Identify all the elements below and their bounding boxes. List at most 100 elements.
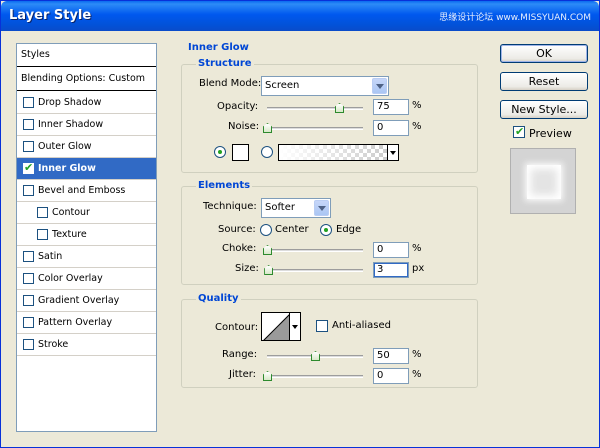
styles-item-checkbox[interactable]	[23, 119, 34, 130]
elements-title: Elements	[196, 180, 253, 191]
choke-slider-track[interactable]	[267, 249, 363, 252]
styles-item-checkbox[interactable]	[23, 185, 34, 196]
styles-item-stroke[interactable]: Stroke	[17, 334, 156, 356]
jitter-label: Jitter:	[229, 369, 257, 380]
glow-gradient-picker[interactable]	[278, 144, 388, 161]
choke-label: Choke:	[222, 243, 257, 254]
glow-color-swatch[interactable]	[232, 144, 249, 161]
layer-style-dialog: Layer Style 思缘设计论坛 www.MISSYUAN.COM Styl…	[0, 0, 600, 448]
jitter-unit: %	[412, 369, 422, 380]
opacity-label: Opacity:	[217, 101, 259, 112]
styles-item-satin[interactable]: Satin	[17, 246, 156, 268]
blending-options-label: Blending Options: Custom	[21, 73, 146, 84]
size-input[interactable]: 3	[373, 262, 409, 278]
blend-mode-label: Blend Mode:	[199, 78, 262, 89]
anti-aliased-label[interactable]: Anti-aliased	[332, 320, 391, 331]
structure-title: Structure	[196, 58, 254, 69]
styles-list-header[interactable]: Styles	[17, 44, 156, 67]
source-label: Source:	[218, 224, 256, 235]
jitter-slider-thumb[interactable]	[263, 371, 272, 381]
styles-item-drop-shadow[interactable]: Drop Shadow	[17, 92, 156, 114]
jitter-input[interactable]: 0	[373, 368, 409, 384]
inner-glow-title: Inner Glow	[186, 42, 251, 53]
styles-item-label: Gradient Overlay	[38, 295, 120, 306]
anti-aliased-checkbox[interactable]	[316, 320, 328, 332]
choke-unit: %	[412, 243, 422, 254]
blending-options-item[interactable]: Blending Options: Custom	[17, 68, 156, 91]
jitter-slider-track[interactable]	[267, 375, 363, 378]
quality-group: Quality Contour: Anti-aliased Range: 50 …	[181, 293, 478, 388]
chevron-down-icon[interactable]	[372, 78, 387, 94]
styles-item-label: Inner Shadow	[38, 119, 104, 130]
solid-color-radio[interactable]	[214, 146, 226, 158]
styles-item-checkbox[interactable]	[23, 251, 34, 262]
styles-item-checkbox[interactable]	[23, 273, 34, 284]
blend-mode-value: Screen	[265, 80, 300, 91]
preview-checkbox[interactable]: ✔	[513, 125, 525, 138]
source-center-radio[interactable]	[260, 224, 272, 236]
gradient-radio[interactable]	[261, 146, 273, 158]
choke-slider-thumb[interactable]	[263, 245, 272, 255]
styles-item-inner-shadow[interactable]: Inner Shadow	[17, 114, 156, 136]
technique-select[interactable]: Softer	[261, 198, 331, 218]
source-edge-label[interactable]: Edge	[336, 224, 361, 235]
styles-item-color-overlay[interactable]: Color Overlay	[17, 268, 156, 290]
opacity-slider-thumb[interactable]	[335, 103, 344, 113]
styles-item-contour[interactable]: Contour	[17, 202, 156, 224]
noise-unit: %	[412, 121, 422, 132]
new-style-button[interactable]: New Style...	[500, 100, 588, 119]
styles-item-checkbox[interactable]: ✔	[23, 161, 34, 174]
check-icon: ✔	[24, 161, 34, 174]
noise-input[interactable]: 0	[373, 120, 409, 136]
styles-item-bevel-and-emboss[interactable]: Bevel and Emboss	[17, 180, 156, 202]
title-bar[interactable]: Layer Style 思缘设计论坛 www.MISSYUAN.COM	[1, 1, 599, 31]
source-edge-radio[interactable]	[320, 224, 332, 236]
styles-item-label: Outer Glow	[38, 141, 92, 152]
chevron-down-icon[interactable]	[314, 200, 329, 216]
reset-button[interactable]: Reset	[500, 72, 588, 91]
contour-chevron-down-icon[interactable]	[290, 312, 301, 341]
range-input[interactable]: 50	[373, 348, 409, 364]
styles-item-checkbox[interactable]	[23, 141, 34, 152]
styles-item-checkbox[interactable]	[23, 317, 34, 328]
technique-value: Softer	[265, 202, 295, 213]
range-label: Range:	[222, 349, 258, 360]
styles-item-label: Bevel and Emboss	[38, 185, 126, 196]
choke-input[interactable]: 0	[373, 242, 409, 258]
styles-item-checkbox[interactable]	[23, 97, 34, 108]
contour-label: Contour:	[215, 322, 259, 333]
elements-group: Elements Technique: Softer Source: Cente…	[181, 180, 478, 285]
preview-label[interactable]: Preview	[529, 127, 572, 140]
styles-item-label: Drop Shadow	[38, 97, 102, 108]
blend-mode-select[interactable]: Screen	[261, 76, 389, 96]
styles-item-checkbox[interactable]	[23, 295, 34, 306]
styles-item-pattern-overlay[interactable]: Pattern Overlay	[17, 312, 156, 334]
styles-item-gradient-overlay[interactable]: Gradient Overlay	[17, 290, 156, 312]
dialog-body: Styles Blending Options: Custom Drop Sha…	[4, 31, 596, 446]
styles-item-texture[interactable]: Texture	[17, 224, 156, 246]
contour-picker[interactable]	[261, 312, 290, 341]
size-slider-track[interactable]	[267, 269, 363, 272]
noise-slider-track[interactable]	[267, 127, 363, 130]
noise-slider-thumb[interactable]	[263, 123, 272, 133]
ok-button[interactable]: OK	[500, 44, 588, 63]
noise-label: Noise:	[228, 121, 260, 132]
opacity-input[interactable]: 75	[373, 99, 409, 115]
styles-item-checkbox[interactable]	[37, 229, 48, 240]
watermark-text: 思缘设计论坛 www.MISSYUAN.COM	[439, 13, 591, 23]
styles-item-checkbox[interactable]	[37, 207, 48, 218]
check-icon: ✔	[515, 125, 525, 138]
styles-item-checkbox[interactable]	[23, 339, 34, 350]
styles-item-inner-glow[interactable]: ✔ Inner Glow	[17, 158, 156, 180]
range-slider-thumb[interactable]	[311, 351, 320, 361]
styles-item-label: Inner Glow	[38, 163, 96, 174]
opacity-slider-track[interactable]	[267, 107, 363, 110]
source-center-label[interactable]: Center	[275, 224, 309, 235]
style-preview-thumbnail	[510, 148, 576, 214]
size-label: Size:	[235, 263, 259, 274]
opacity-unit: %	[412, 100, 422, 111]
styles-item-label: Texture	[52, 229, 87, 240]
size-slider-thumb[interactable]	[264, 265, 274, 275]
styles-item-outer-glow[interactable]: Outer Glow	[17, 136, 156, 158]
gradient-chevron-down-icon[interactable]	[388, 144, 399, 161]
